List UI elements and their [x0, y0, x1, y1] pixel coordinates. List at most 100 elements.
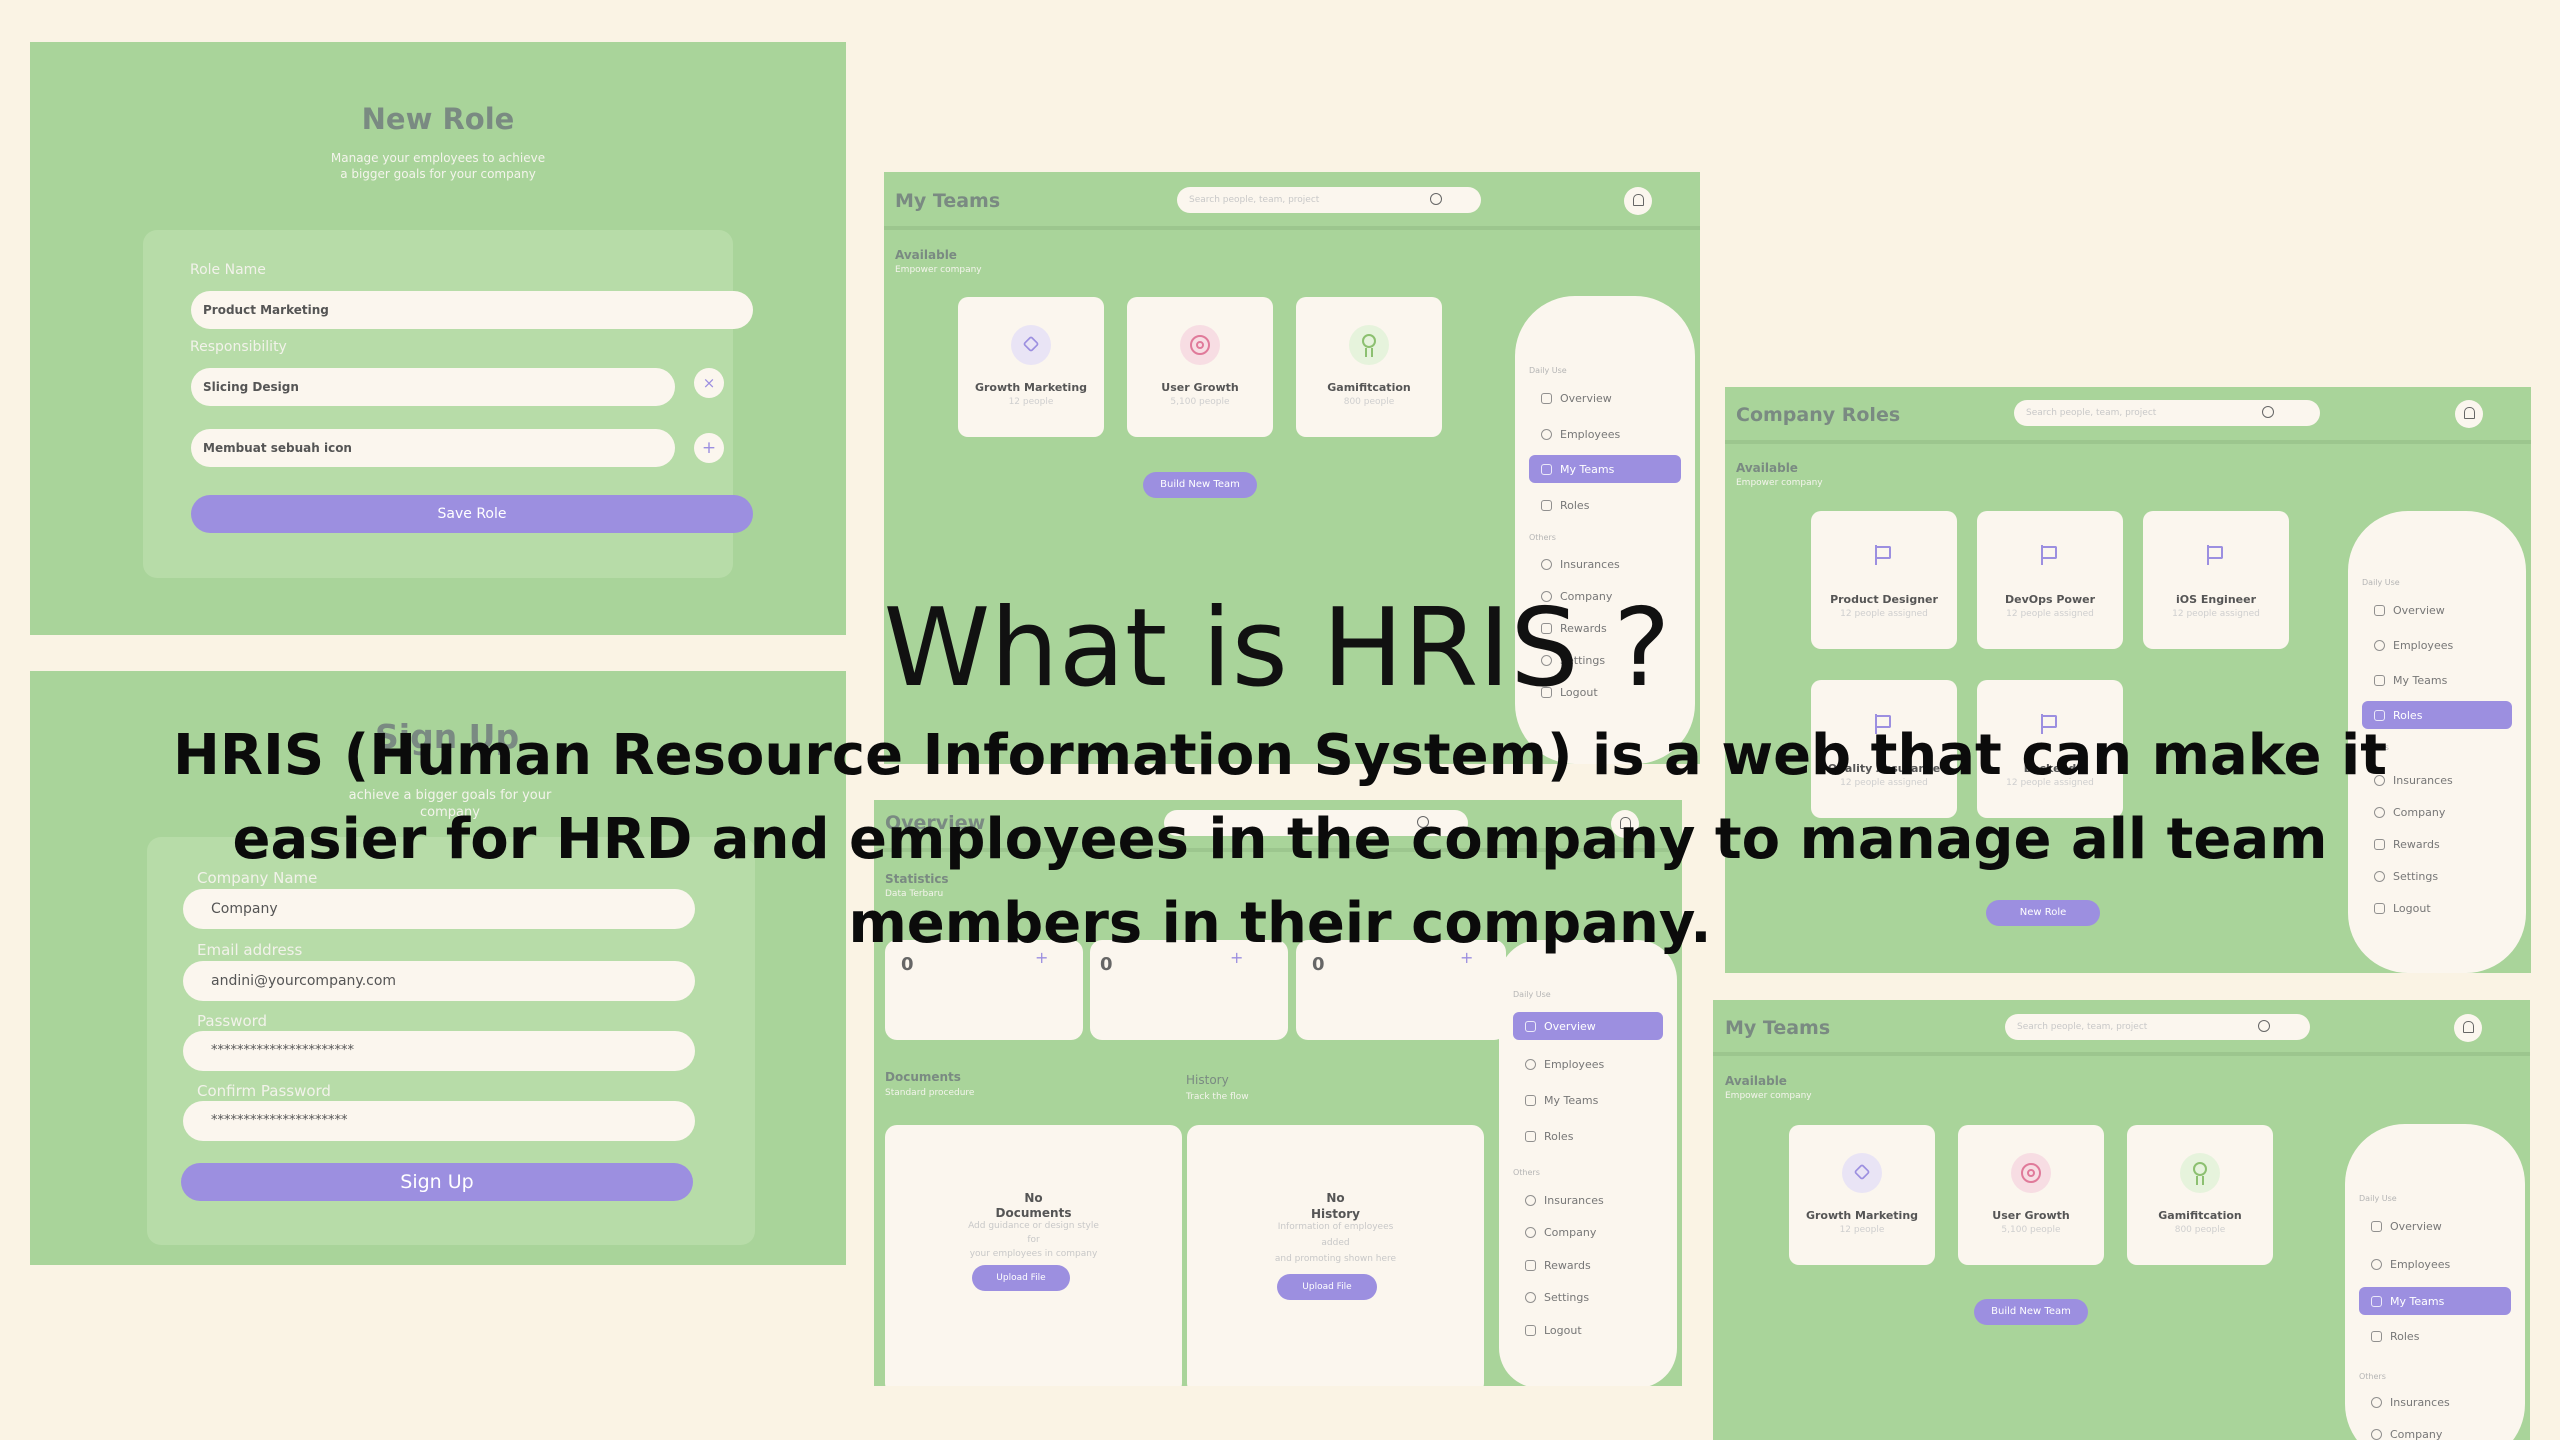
- section-subtitle: Empower company: [1736, 478, 1823, 488]
- flag-icon: [2207, 545, 2223, 565]
- sidebar-item-my-teams[interactable]: My Teams: [1513, 1086, 1663, 1114]
- search-icon[interactable]: [2258, 1020, 2270, 1032]
- close-icon: ×: [702, 374, 716, 392]
- section-title: Available: [1725, 1074, 1787, 1088]
- gear-icon: [1525, 1291, 1536, 1303]
- team-card[interactable]: User Growth 5,100 people: [1127, 297, 1273, 437]
- my-teams-panel-2: My Teams Search people, team, project Av…: [1713, 1000, 2530, 1440]
- bell-icon[interactable]: [1624, 187, 1652, 215]
- box-icon: [1011, 325, 1051, 365]
- box-icon: [1842, 1153, 1882, 1193]
- flag-icon: [1525, 1130, 1536, 1142]
- search-input[interactable]: Search people, team, project: [2014, 400, 2320, 426]
- sidebar-item-employees[interactable]: Employees: [2359, 1250, 2511, 1278]
- new-role-subtitle: Manage your employees to achieve a bigge…: [330, 151, 546, 181]
- sidebar-item-insurances[interactable]: Insurances: [1513, 1186, 1663, 1214]
- building-icon: [1525, 1094, 1536, 1106]
- award-icon: [1349, 325, 1389, 365]
- build-new-team-button[interactable]: Build New Team: [1974, 1299, 2088, 1325]
- page-title: My Teams: [1725, 1017, 1831, 1039]
- sidebar-item-roles[interactable]: Roles: [1513, 1122, 1663, 1150]
- section-title: Available: [1736, 461, 1798, 475]
- team-card[interactable]: Growth Marketing 12 people: [1789, 1125, 1935, 1265]
- building-icon: [2371, 1295, 2382, 1307]
- sidebar-item-roles[interactable]: Roles: [2359, 1322, 2511, 1350]
- search-icon[interactable]: [1430, 193, 1442, 205]
- headline-description: HRIS (Human Resource Information System)…: [173, 723, 2387, 956]
- password-label: Password: [197, 1012, 268, 1030]
- sidebar: Daily Use Overview Employees My Teams Ro…: [2345, 1124, 2525, 1440]
- headline-title: What is HRIS ?: [883, 586, 1671, 711]
- flag-icon: [1875, 545, 1891, 565]
- sidebar-item-company[interactable]: Company: [2359, 1420, 2511, 1440]
- team-card[interactable]: Gamifitcation 800 people: [2127, 1125, 2273, 1265]
- award-icon: [2180, 1153, 2220, 1193]
- sidebar-item-my-teams[interactable]: My Teams: [2359, 1287, 2511, 1315]
- sidebar-item-company[interactable]: Company: [1513, 1218, 1663, 1246]
- globe-icon: [2371, 1428, 2382, 1440]
- email-input[interactable]: andini@yourcompany.com: [183, 961, 695, 1001]
- history-subtitle: Track the flow: [1186, 1092, 1249, 1102]
- team-card[interactable]: Growth Marketing 12 people: [958, 297, 1104, 437]
- responsibility-input-1[interactable]: Slicing Design: [191, 368, 675, 406]
- logout-icon: [1525, 1324, 1536, 1336]
- shield-icon: [1525, 1194, 1536, 1206]
- history-title: History: [1186, 1073, 1229, 1087]
- header-divider: [1725, 440, 2531, 444]
- flag-icon: [2041, 545, 2057, 565]
- confirm-password-input[interactable]: *********************: [183, 1101, 695, 1141]
- search-icon[interactable]: [2262, 406, 2274, 418]
- target-icon: [2011, 1153, 2051, 1193]
- users-icon: [2371, 1258, 2382, 1270]
- bell-icon[interactable]: [2454, 1014, 2482, 1042]
- sidebar-item-overview[interactable]: Overview: [1513, 1012, 1663, 1040]
- team-card[interactable]: Gamifitcation 800 people: [1296, 297, 1442, 437]
- plus-icon: +: [701, 438, 717, 458]
- sign-up-button[interactable]: Sign Up: [181, 1163, 693, 1201]
- section-title: Available: [895, 248, 957, 262]
- save-role-button[interactable]: Save Role: [191, 495, 753, 533]
- shield-icon: [1541, 558, 1552, 570]
- page-title: Company Roles: [1736, 404, 1901, 426]
- add-responsibility-button[interactable]: +: [694, 433, 724, 463]
- globe-icon: [1525, 1226, 1536, 1238]
- build-new-team-button[interactable]: Build New Team: [1143, 472, 1257, 498]
- team-card[interactable]: User Growth 5,100 people: [1958, 1125, 2104, 1265]
- upload-file-button[interactable]: Upload File: [1277, 1274, 1377, 1300]
- gift-icon: [1525, 1259, 1536, 1271]
- sidebar-item-overview[interactable]: Overview: [1529, 384, 1681, 412]
- header-divider: [1713, 1052, 2530, 1056]
- flag-icon: [2371, 1330, 2382, 1342]
- documents-subtitle: Standard procedure: [885, 1088, 975, 1098]
- section-subtitle: Empower company: [1725, 1091, 1812, 1101]
- documents-title: Documents: [885, 1070, 961, 1084]
- grid-icon: [1525, 1020, 1536, 1032]
- sidebar-item-employees[interactable]: Employees: [1513, 1050, 1663, 1078]
- sidebar-item-my-teams[interactable]: My Teams: [1529, 455, 1681, 483]
- users-icon: [1525, 1058, 1536, 1070]
- sidebar-item-overview[interactable]: Overview: [2359, 1212, 2511, 1240]
- page-title: My Teams: [895, 190, 1001, 212]
- sidebar-item-insurances[interactable]: Insurances: [2359, 1388, 2511, 1416]
- sidebar-item-settings[interactable]: Settings: [1513, 1283, 1663, 1311]
- new-role-title: New Role: [361, 102, 515, 136]
- history-card: No History Information of employees adde…: [1187, 1125, 1484, 1386]
- grid-icon: [1541, 392, 1552, 404]
- confirm-password-label: Confirm Password: [197, 1082, 331, 1100]
- role-name-label: Role Name: [190, 262, 266, 278]
- sidebar-item-logout[interactable]: Logout: [1513, 1316, 1663, 1344]
- role-name-input[interactable]: Product Marketing: [191, 291, 753, 329]
- users-icon: [1541, 428, 1552, 440]
- upload-file-button[interactable]: Upload File: [972, 1265, 1070, 1291]
- shield-icon: [2371, 1396, 2382, 1408]
- sidebar-item-insurances[interactable]: Insurances: [1529, 550, 1681, 578]
- section-subtitle: Empower company: [895, 265, 982, 275]
- header-divider: [884, 226, 1700, 230]
- bell-icon[interactable]: [2455, 400, 2483, 428]
- sidebar-item-rewards[interactable]: Rewards: [1513, 1251, 1663, 1279]
- sidebar-item-roles[interactable]: Roles: [1529, 491, 1681, 519]
- sidebar-item-employees[interactable]: Employees: [1529, 420, 1681, 448]
- remove-responsibility-button[interactable]: ×: [694, 368, 724, 398]
- password-input[interactable]: **********************: [183, 1031, 695, 1071]
- responsibility-input-2[interactable]: Membuat sebuah icon: [191, 429, 675, 467]
